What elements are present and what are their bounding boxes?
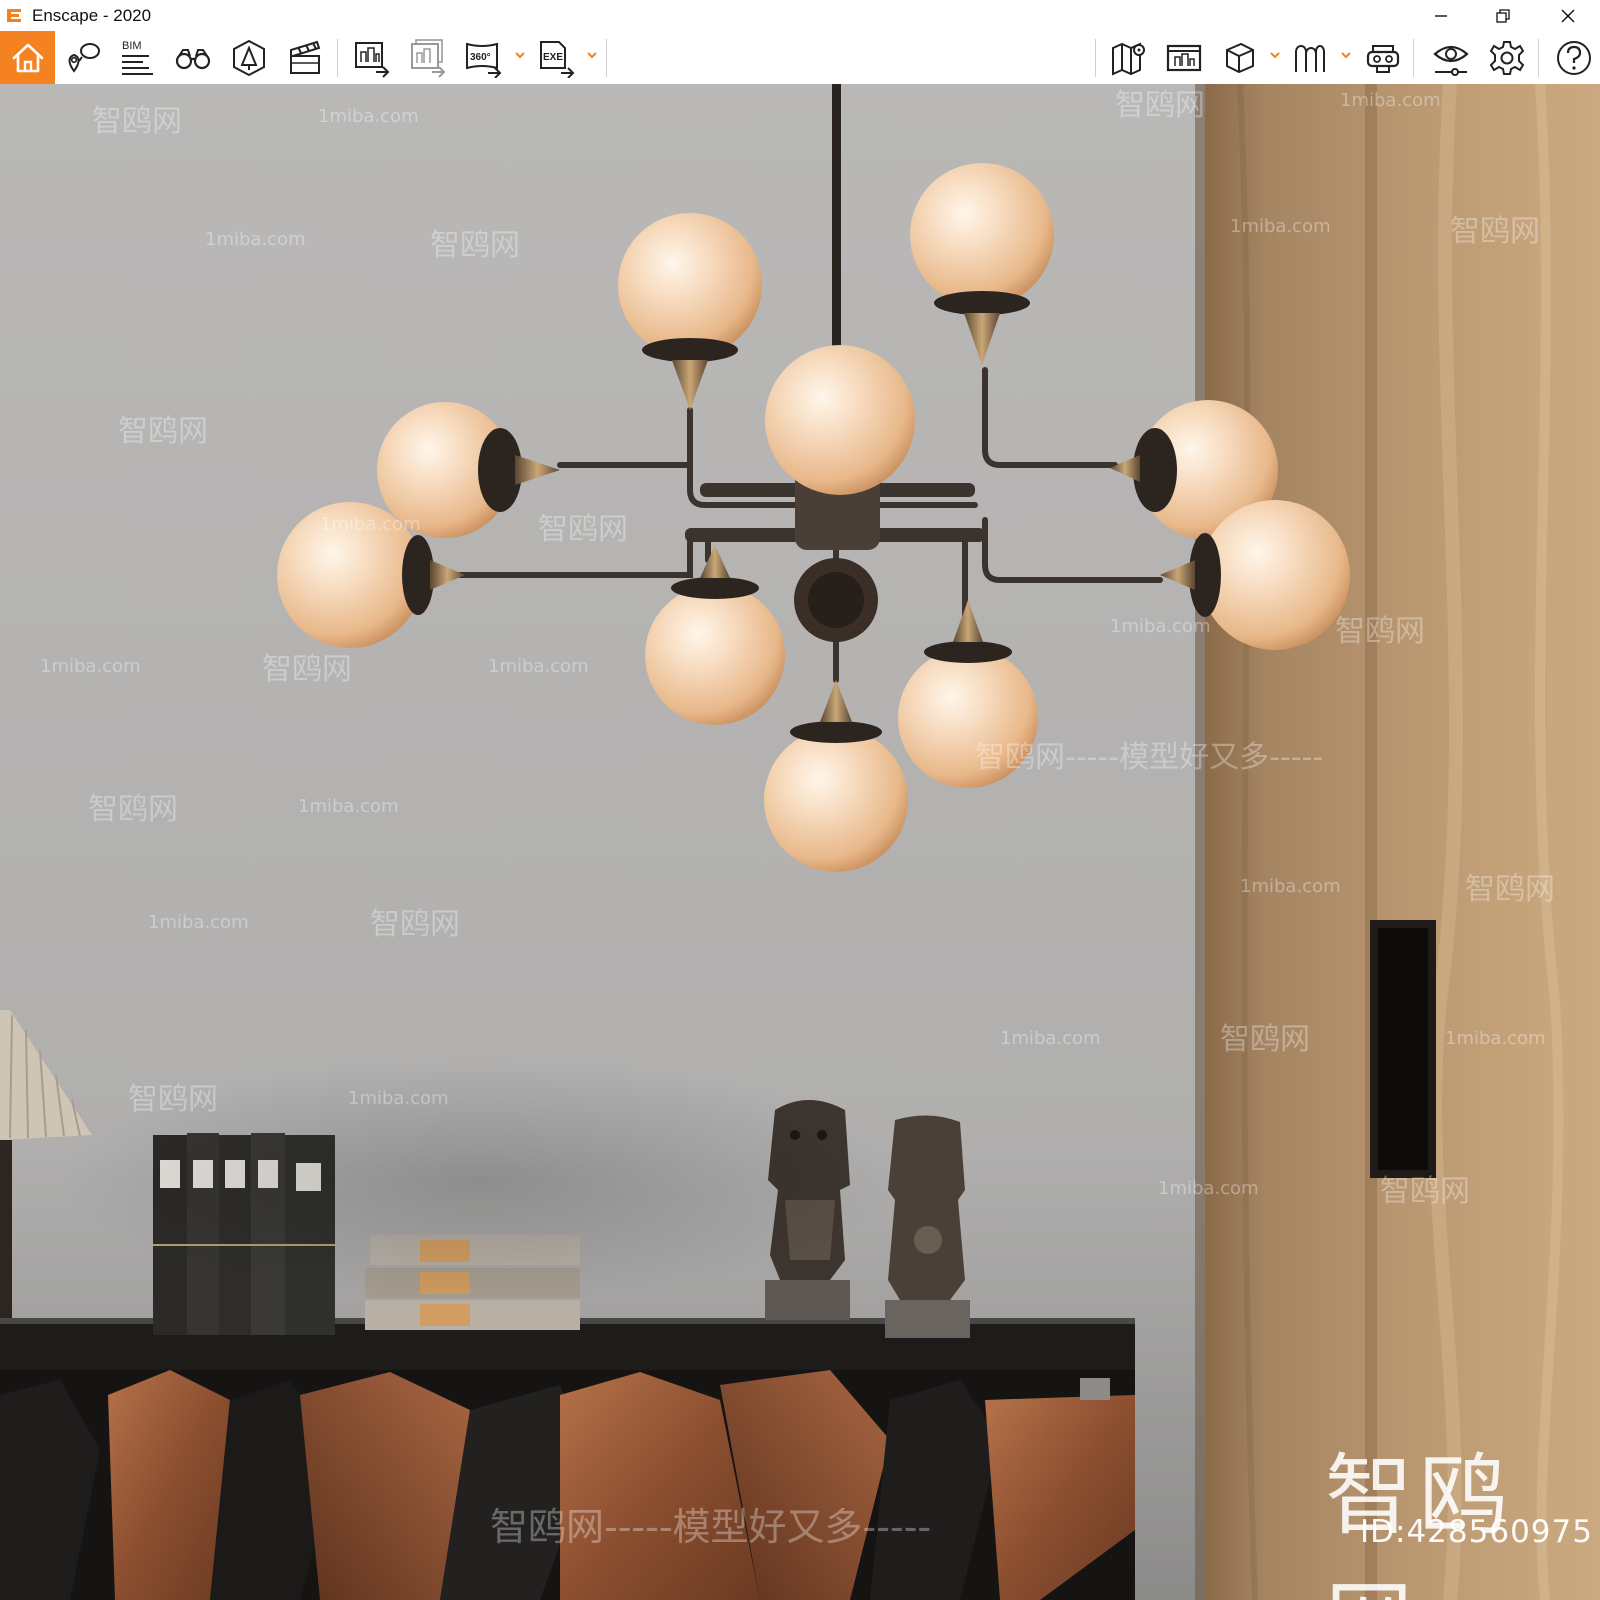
panorama-button[interactable]: 360° xyxy=(461,35,507,81)
vr-headset-button[interactable] xyxy=(1287,35,1333,81)
minimap-button[interactable] xyxy=(1106,35,1152,81)
bim-icon: BIM xyxy=(122,40,153,75)
settings-gear-icon xyxy=(1489,41,1525,75)
batch-render-button[interactable] xyxy=(405,35,451,81)
vr-goggles-button[interactable] xyxy=(1360,35,1406,81)
watermark-domain: 1miba.com xyxy=(348,1088,449,1109)
help-icon xyxy=(1557,41,1591,75)
watermark-domain: 1miba.com xyxy=(40,656,141,677)
watermark-domain: 1miba.com xyxy=(1230,216,1331,237)
main-toolbar: BIM 360° EXE xyxy=(0,31,1600,112)
visual-settings-button[interactable] xyxy=(1428,35,1474,81)
window-title: Enscape - 2020 xyxy=(32,6,152,25)
rendered-scene-image xyxy=(0,84,1600,1600)
vr-goggles-icon xyxy=(1366,45,1400,73)
walk-mode-button[interactable] xyxy=(170,35,216,81)
render-viewport[interactable]: 智鸥网 1miba.com 1miba.com 智鸥网 智鸥网 1miba.co… xyxy=(0,84,1600,1600)
svg-text:EXE: EXE xyxy=(543,52,563,63)
visual-settings-eye-icon xyxy=(1433,45,1469,76)
watermark-domain: 1miba.com xyxy=(298,796,399,817)
cube-view-icon xyxy=(1226,42,1254,74)
watermark-domain: 1miba.com xyxy=(320,514,421,535)
watermark-domain: 1miba.com xyxy=(1240,876,1341,897)
restore-button[interactable] xyxy=(1480,0,1526,31)
watermark-domain: 1miba.com xyxy=(148,912,249,933)
clapperboard-icon xyxy=(290,40,321,74)
toolbar-separator xyxy=(606,39,607,77)
render-image-button[interactable] xyxy=(349,35,395,81)
settings-button[interactable] xyxy=(1484,35,1530,81)
panorama-360-icon: 360° xyxy=(466,42,502,78)
views-pin-icon xyxy=(68,43,100,73)
panorama-dropdown-chevron-down-icon[interactable] xyxy=(514,49,526,61)
watermark-domain: 1miba.com xyxy=(205,229,306,250)
help-button[interactable] xyxy=(1551,35,1597,81)
export-exe-button[interactable]: EXE xyxy=(534,35,580,81)
watermark-domain: 1miba.com xyxy=(1340,90,1441,111)
export-dropdown-chevron-down-icon[interactable] xyxy=(586,49,598,61)
minimize-button[interactable] xyxy=(1418,0,1464,31)
enscape-logo-icon xyxy=(7,9,21,22)
watermark-domain: 1miba.com xyxy=(1445,1028,1546,1049)
vr-dropdown-chevron-down-icon[interactable] xyxy=(1340,49,1352,61)
watermark-domain: 1miba.com xyxy=(1110,616,1211,637)
home-button[interactable] xyxy=(0,31,55,84)
toolbar-separator xyxy=(1095,39,1096,77)
bim-button[interactable]: BIM xyxy=(114,35,160,81)
watermark-domain: 1miba.com xyxy=(318,106,419,127)
watermark-domain: 1miba.com xyxy=(1158,1178,1259,1199)
restore-icon xyxy=(1496,8,1510,23)
screenshot-manager-icon xyxy=(1166,44,1202,72)
toolbar-separator xyxy=(1538,39,1539,77)
asset-library-button[interactable] xyxy=(226,35,272,81)
cube-dropdown-chevron-down-icon[interactable] xyxy=(1269,49,1281,61)
svg-text:360°: 360° xyxy=(470,52,491,63)
render-image-icon xyxy=(355,42,390,78)
views-button[interactable] xyxy=(60,35,106,81)
watermark-logo-text: 智鸥网 xyxy=(1325,1444,1514,1600)
svg-text:BIM: BIM xyxy=(122,40,142,52)
vr-headset-icon xyxy=(1295,45,1325,72)
watermark-domain: 1miba.com xyxy=(488,656,589,677)
close-button[interactable] xyxy=(1545,0,1591,31)
title-bar: Enscape - 2020 xyxy=(0,0,1600,31)
batch-render-icon xyxy=(411,39,446,78)
watermark-domain: 1miba.com xyxy=(1000,1028,1101,1049)
binoculars-icon xyxy=(175,49,211,70)
screenshot-manager-button[interactable] xyxy=(1161,35,1207,81)
export-exe-icon: EXE xyxy=(540,41,575,78)
home-icon xyxy=(12,43,43,72)
video-editor-button[interactable] xyxy=(282,35,328,81)
cube-view-button[interactable] xyxy=(1216,35,1262,81)
asset-library-icon xyxy=(233,39,265,77)
watermark-id: ID:428560975 xyxy=(1360,1514,1593,1550)
toolbar-separator xyxy=(337,39,338,77)
toolbar-separator xyxy=(1413,39,1414,77)
minimap-icon xyxy=(1112,42,1145,76)
close-icon xyxy=(1561,9,1575,22)
minimize-icon xyxy=(1435,14,1447,17)
